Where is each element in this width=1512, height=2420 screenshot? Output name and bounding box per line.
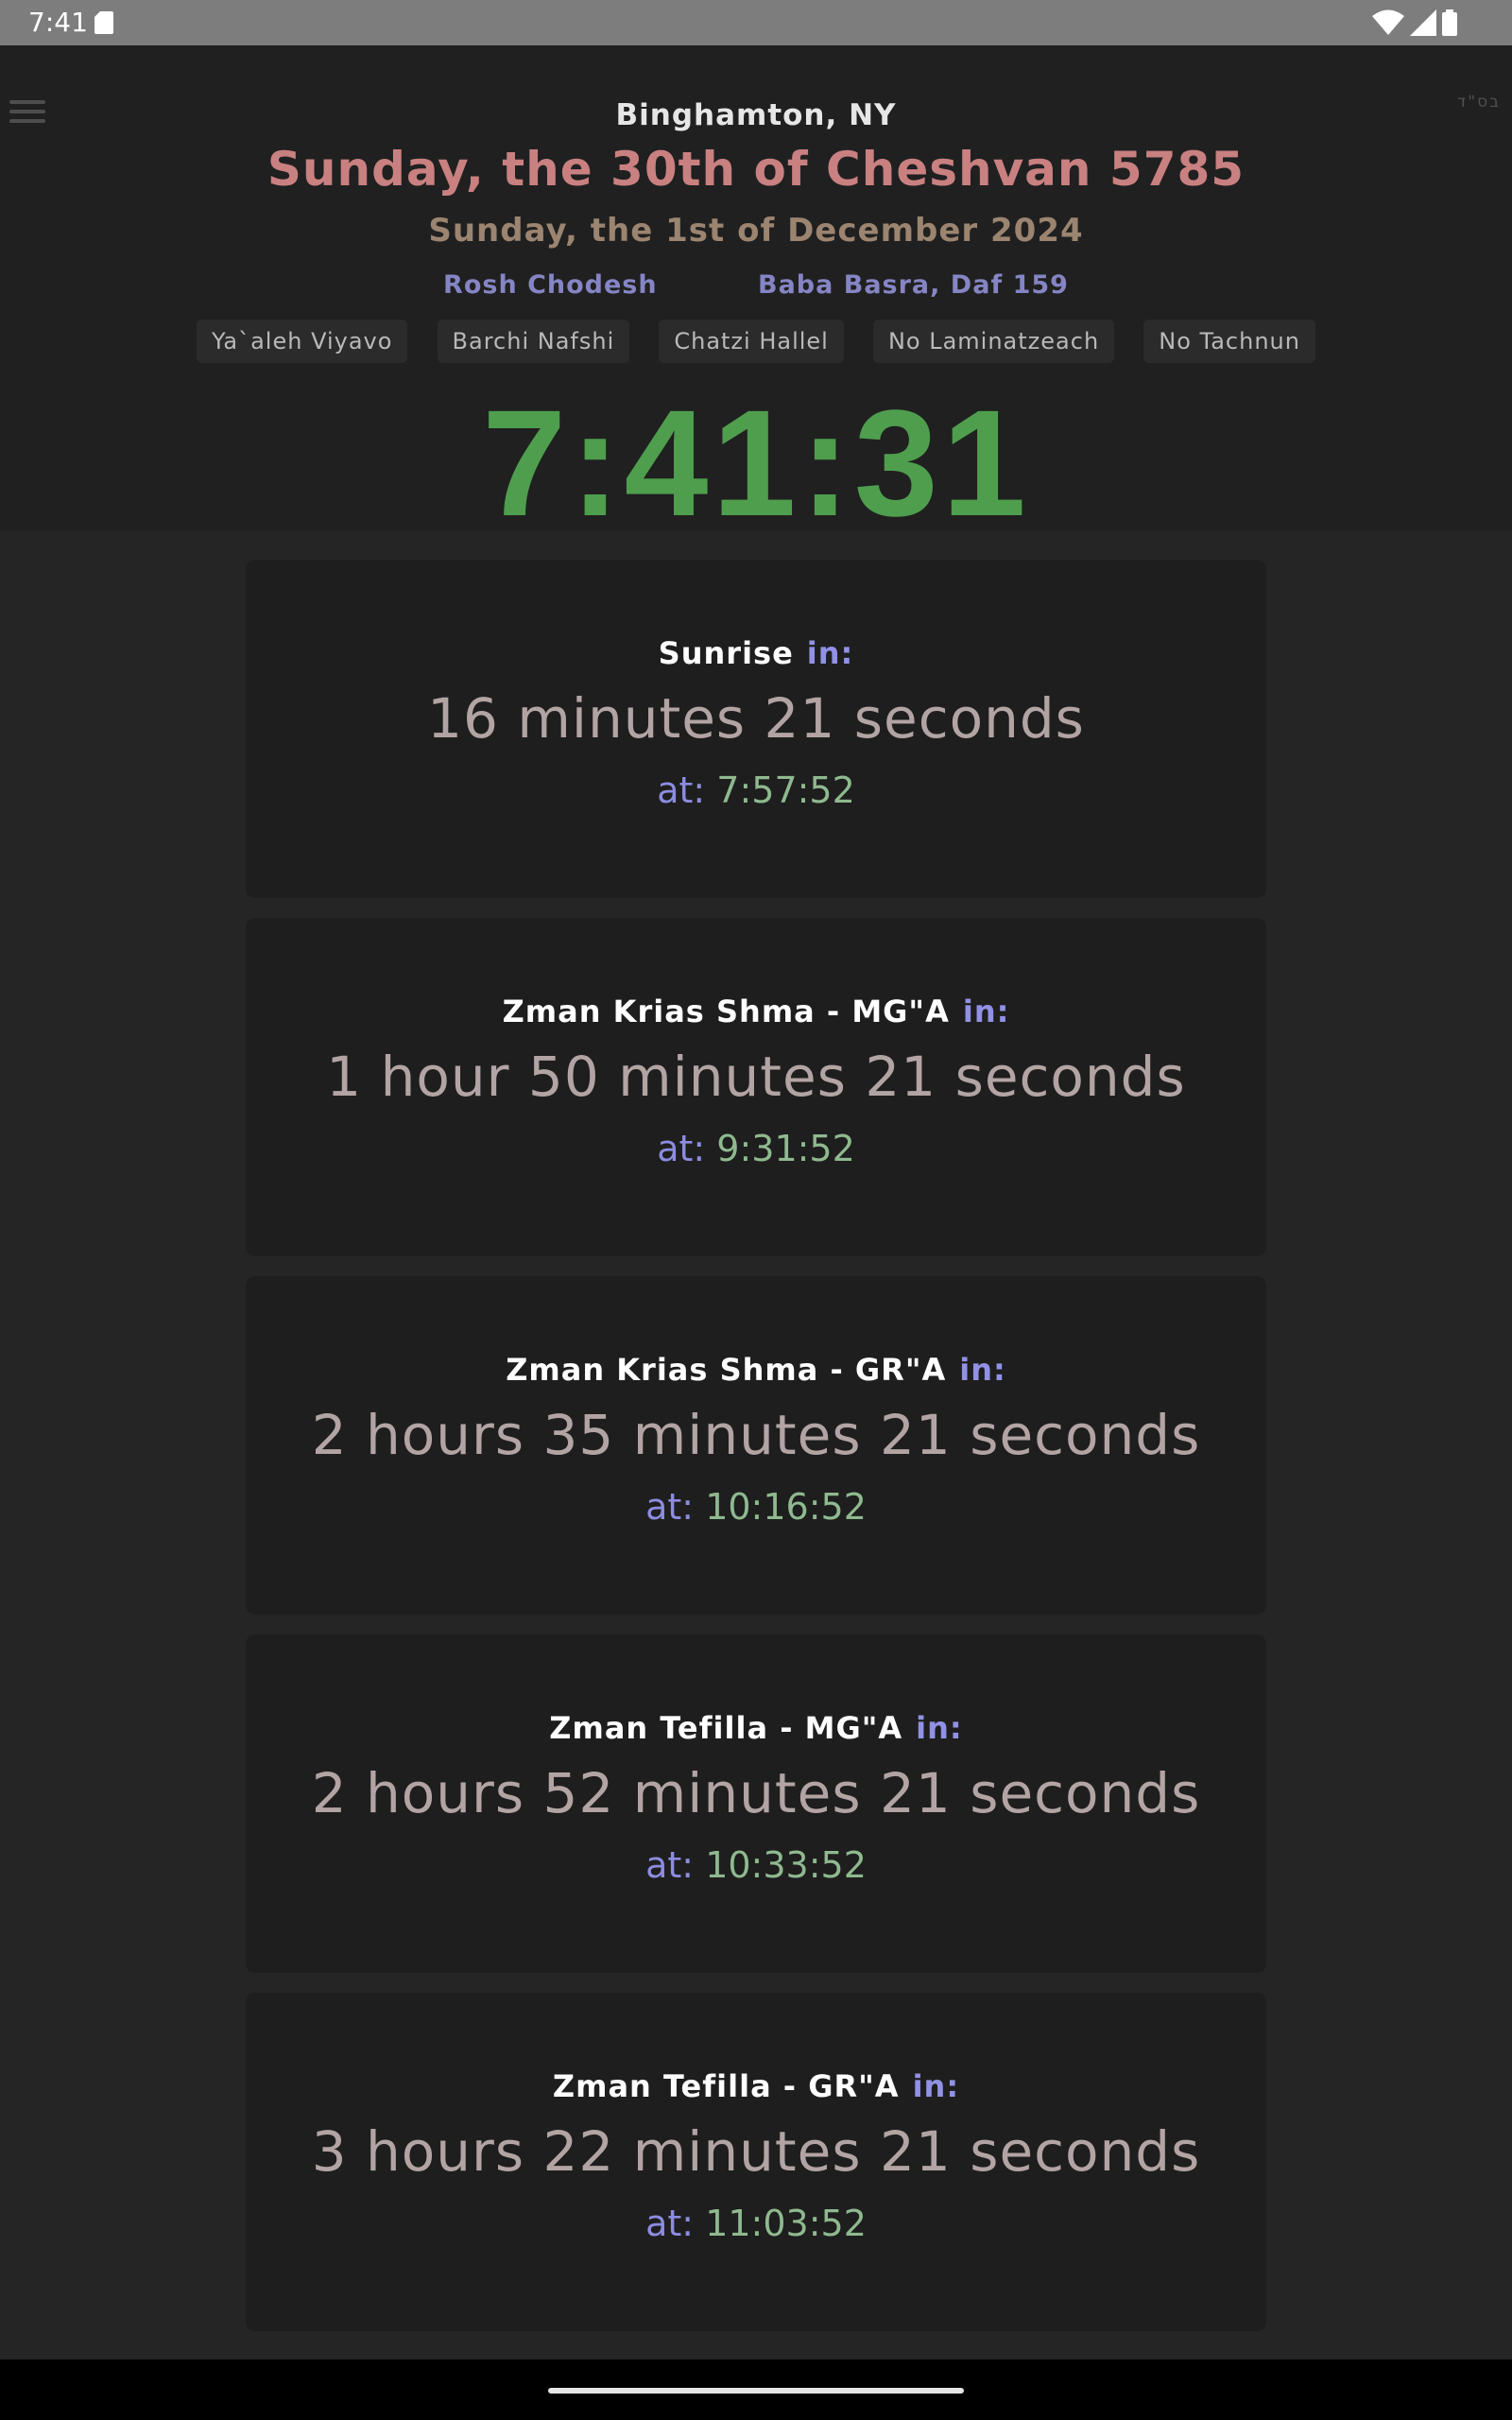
info-line: Rosh Chodesh Baba Basra, Daf 159 bbox=[0, 270, 1512, 300]
zman-countdown: 2 hours 52 minutes 21 seconds bbox=[311, 1761, 1201, 1825]
in-label: in: bbox=[959, 1352, 1006, 1388]
zman-countdown: 3 hours 22 minutes 21 seconds bbox=[311, 2119, 1201, 2184]
zman-title: Zman Tefilla - MG"A in: bbox=[246, 1710, 1266, 1746]
current-time-clock: 7:41:31 bbox=[482, 378, 1030, 547]
tag-no-laminatzeach: No Laminatzeach bbox=[872, 320, 1115, 363]
zman-title: Zman Krias Shma - GR"A in: bbox=[246, 1352, 1266, 1388]
location: Binghamton, NY bbox=[615, 98, 897, 132]
tag-no-tachnun: No Tachnun bbox=[1143, 320, 1315, 363]
at-label: at: bbox=[645, 1844, 695, 1886]
zman-name: Zman Krias Shma - GR"A bbox=[506, 1352, 947, 1388]
zman-name: Zman Krias Shma - MG"A bbox=[502, 994, 950, 1029]
navigation-bar bbox=[0, 2360, 1512, 2420]
zman-card-tefilla-mga: Zman Tefilla - MG"A in: 2 hours 52 minute… bbox=[246, 1634, 1266, 1973]
zman-title: Zman Krias Shma - MG"A in: bbox=[246, 994, 1266, 1029]
rosh-chodesh-label: Rosh Chodesh bbox=[443, 270, 658, 300]
signal-icon bbox=[1410, 9, 1436, 36]
status-bar: 7:41 bbox=[0, 0, 1512, 45]
zman-at-line: at: 10:16:52 bbox=[246, 1486, 1266, 1528]
at-label: at: bbox=[645, 2203, 695, 2244]
zman-name: Sunrise bbox=[658, 635, 794, 671]
zman-name: Zman Tefilla - MG"A bbox=[549, 1710, 903, 1746]
zman-countdown: 16 minutes 21 seconds bbox=[427, 686, 1085, 751]
tag-chatzi-hallel: Chatzi Hallel bbox=[659, 320, 844, 363]
at-label: at: bbox=[657, 1128, 706, 1169]
zman-title: Sunrise in: bbox=[246, 635, 1266, 671]
zman-card-shma-gra: Zman Krias Shma - GR"A in: 2 hours 35 min… bbox=[246, 1276, 1266, 1615]
zman-time: 10:33:52 bbox=[705, 1844, 867, 1886]
status-time: 7:41 bbox=[28, 7, 88, 38]
sd-card-icon bbox=[94, 11, 113, 34]
in-label: in: bbox=[912, 2068, 960, 2104]
zman-at-line: at: 11:03:52 bbox=[246, 2203, 1266, 2244]
zman-time: 9:31:52 bbox=[716, 1128, 855, 1169]
zman-at-line: at: 10:33:52 bbox=[246, 1844, 1266, 1886]
tag-barchi-nafshi: Barchi Nafshi bbox=[437, 320, 630, 363]
at-label: at: bbox=[657, 769, 706, 811]
in-label: in: bbox=[962, 994, 1010, 1029]
zman-at-line: at: 7:57:52 bbox=[246, 769, 1266, 811]
battery-icon bbox=[1442, 9, 1457, 36]
zman-time: 10:16:52 bbox=[705, 1486, 867, 1528]
header: בס"ד Binghamton, NY Sunday, the 30th of … bbox=[0, 45, 1512, 547]
zman-countdown: 1 hour 50 minutes 21 seconds bbox=[326, 1045, 1186, 1109]
zman-time: 11:03:52 bbox=[705, 2203, 867, 2244]
in-label: in: bbox=[916, 1710, 963, 1746]
tags-row: Ya`aleh Viyavo Barchi Nafshi Chatzi Hall… bbox=[0, 320, 1512, 363]
zman-time: 7:57:52 bbox=[716, 769, 855, 811]
zman-card-tefilla-gra: Zman Tefilla - GR"A in: 3 hours 22 minute… bbox=[246, 1993, 1266, 2331]
zman-at-line: at: 9:31:52 bbox=[246, 1128, 1266, 1169]
at-label: at: bbox=[645, 1486, 695, 1528]
tag-yaaleh-viyavo: Ya`aleh Viyavo bbox=[197, 320, 408, 363]
in-label: in: bbox=[806, 635, 854, 671]
home-gesture-bar[interactable] bbox=[548, 2388, 964, 2394]
daf-yomi-label: Baba Basra, Daf 159 bbox=[758, 270, 1069, 300]
zman-card-sunrise: Sunrise in: 16 minutes 21 seconds at: 7:5… bbox=[246, 560, 1266, 898]
zman-name: Zman Tefilla - GR"A bbox=[552, 2068, 900, 2104]
zman-countdown: 2 hours 35 minutes 21 seconds bbox=[311, 1403, 1201, 1467]
zman-card-shma-mga: Zman Krias Shma - MG"A in: 1 hour 50 minu… bbox=[246, 918, 1266, 1256]
hebrew-date: Sunday, the 30th of Cheshvan 5785 bbox=[266, 142, 1246, 197]
zman-title: Zman Tefilla - GR"A in: bbox=[246, 2068, 1266, 2104]
gregorian-date: Sunday, the 1st of December 2024 bbox=[428, 212, 1084, 250]
wifi-icon bbox=[1372, 9, 1404, 35]
